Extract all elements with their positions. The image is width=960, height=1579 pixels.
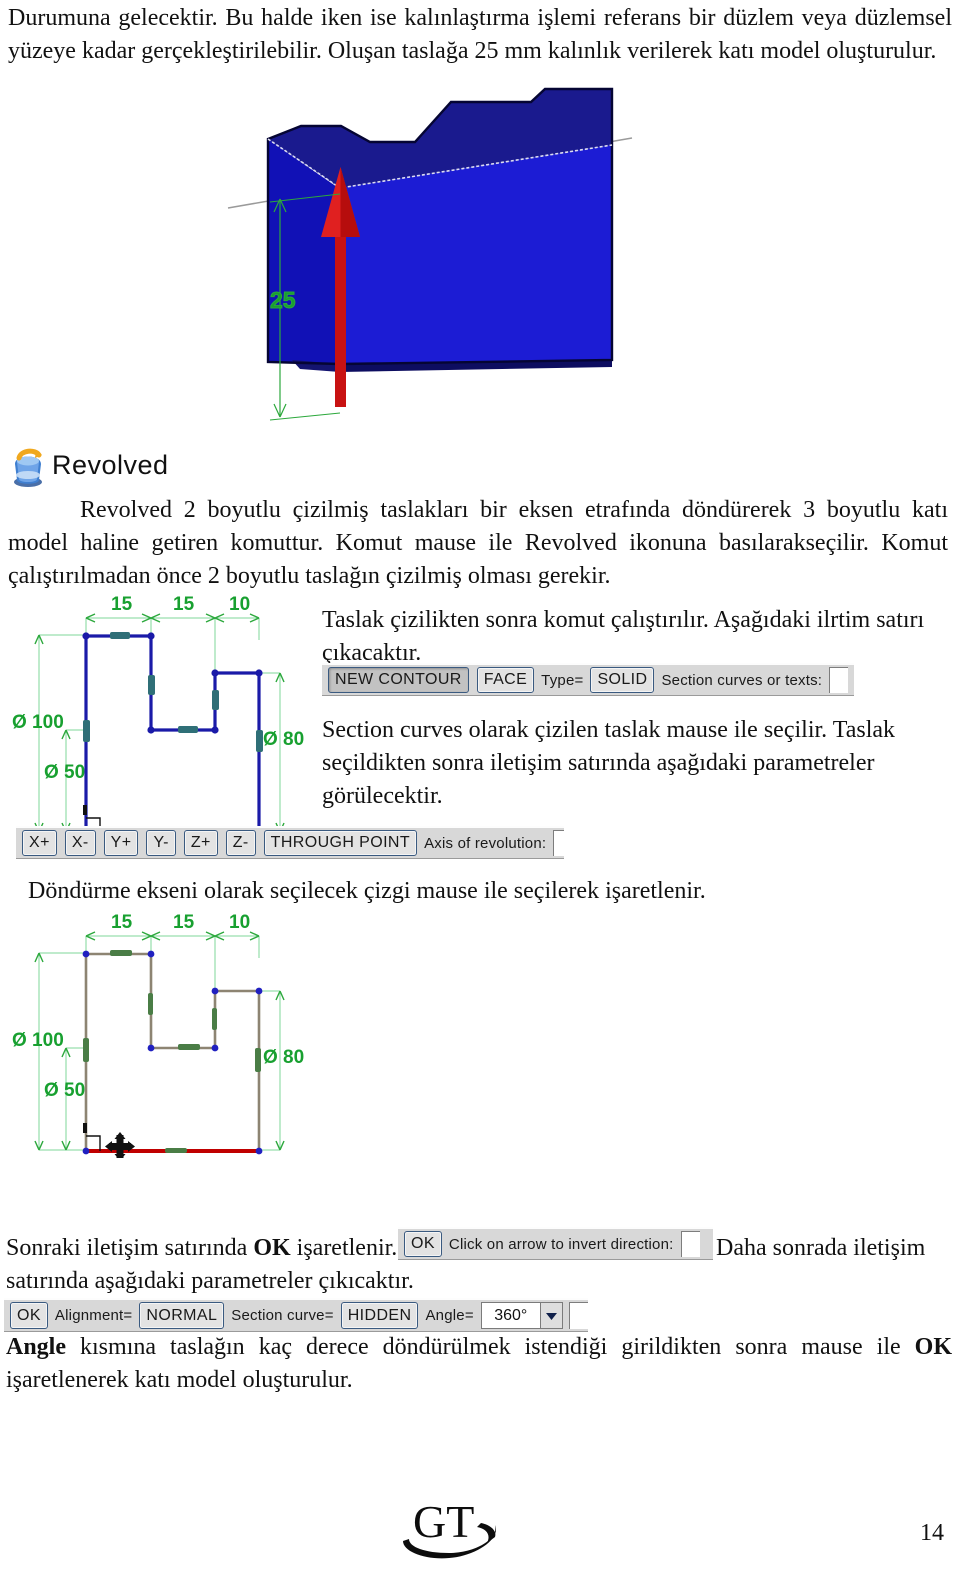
- sketch2-dim-top-3: 10: [229, 912, 250, 933]
- axis-button-y-plus[interactable]: Y+: [103, 830, 139, 856]
- ok-button-params[interactable]: OK: [10, 1302, 48, 1329]
- ok-button-invert[interactable]: OK: [404, 1231, 442, 1257]
- paragraph-intro: Durumuna gelecektir. Bu halde iken ise k…: [8, 5, 952, 64]
- axis-button-z-plus[interactable]: Z+: [183, 830, 218, 856]
- type-label: Type=: [541, 671, 584, 689]
- sketch1-dim-top-3: 10: [229, 594, 250, 615]
- toolbar-invert-direction[interactable]: OK Click on arrow to invert direction:: [398, 1227, 713, 1259]
- paragraph-after-sketch: Taslak çizilikten sonra komut çalıştırıl…: [322, 607, 925, 666]
- type-solid-button[interactable]: SOLID: [590, 667, 655, 693]
- sketch2-dim-top-1: 15: [111, 912, 133, 933]
- invert-direction-input[interactable]: [680, 1231, 700, 1257]
- toolbar-params[interactable]: OK Alignment= NORMAL Section curve= HIDD…: [4, 1298, 588, 1331]
- ok-line-prefix: Sonraki iletişim satırında: [6, 1235, 254, 1261]
- solid-model-svg: 25: [227, 87, 633, 421]
- paragraph-ok-continued: satırında aşağıdaki parametreler çıkıcak…: [6, 1268, 414, 1294]
- sketch1-dim-top-1: 15: [111, 594, 133, 615]
- gt-logo-text: GT: [413, 1496, 474, 1547]
- paragraph-section-curves: Section curves olarak çizilen taslak mau…: [322, 717, 896, 809]
- toolbar-contour[interactable]: NEW CONTOUR FACE Type= SOLID Section cur…: [322, 663, 854, 695]
- sketch1-profile: [84, 634, 261, 835]
- sketch-figure-1: 15 15 10 Ø 100 Ø 50 Ø 80: [10, 590, 310, 840]
- angle-label: Angle=: [425, 1307, 474, 1324]
- revolved-icon-glyph: [14, 448, 42, 487]
- sketch1-dim-right: Ø 80: [263, 729, 304, 750]
- move-cursor-icon: [105, 1132, 135, 1158]
- ok-line-bold: OK: [253, 1235, 291, 1261]
- sketch2-dim-left-outer: Ø 100: [12, 1030, 64, 1051]
- new-contour-button[interactable]: NEW CONTOUR: [328, 667, 469, 693]
- axis-of-revolution-prompt: Axis of revolution:: [424, 834, 547, 852]
- face-button[interactable]: FACE: [476, 667, 535, 693]
- invert-direction-prompt: Click on arrow to invert direction:: [448, 1235, 674, 1253]
- toolbar-axis[interactable]: X+ X- Y+ Y- Z+ Z- THROUGH POINT Axis of …: [16, 826, 564, 858]
- axis-of-revolution-input[interactable]: [553, 830, 564, 856]
- sketch2-dim-left-inner: Ø 50: [44, 1080, 85, 1101]
- angle-body: kısmına taslağın kaç derece döndürülmek …: [66, 1334, 915, 1360]
- document-page: Durumuna gelecektir. Bu halde iken ise k…: [0, 0, 960, 1579]
- section-curve-value-button[interactable]: HIDDEN: [340, 1302, 419, 1329]
- sketch2-dim-top-2: 15: [173, 912, 195, 933]
- gt-logo: GT: [395, 1495, 525, 1565]
- angle-keyword: Angle: [6, 1334, 66, 1360]
- chevron-down-icon[interactable]: [540, 1302, 564, 1329]
- ok-line-suffix: işaretlenir.: [290, 1235, 398, 1261]
- params-extra-input[interactable]: [569, 1302, 588, 1329]
- page-number: 14: [920, 1520, 944, 1546]
- paragraph-ok-left: Sonraki iletişim satırında OK işaretleni…: [6, 1232, 402, 1265]
- axis-button-z-minus[interactable]: Z-: [225, 830, 256, 856]
- revolved-icon-label: Revolved: [52, 450, 169, 480]
- paragraph-revolved-description: Revolved 2 boyutlu çizilmiş taslakları b…: [8, 497, 948, 589]
- gt-logo-svg: GT: [403, 1496, 496, 1559]
- sketch-2-svg: 15 15 10 Ø 100 Ø 50 Ø 80: [12, 912, 304, 1158]
- angle-tail: işaretlenerek katı model oluşturulur.: [6, 1367, 353, 1393]
- sketch-figure-2: 15 15 10 Ø 100 Ø 50 Ø 80: [10, 908, 310, 1158]
- angle-input[interactable]: 360°: [480, 1302, 541, 1329]
- sketch2-profile: [84, 952, 261, 1153]
- section-curves-input[interactable]: [829, 667, 849, 693]
- alignment-value-button[interactable]: NORMAL: [139, 1302, 225, 1329]
- paragraph-ok-right: Daha sonrada iletişim satırında aşağıdak…: [716, 1235, 926, 1261]
- paragraph-axis-selection: Döndürme ekseni olarak seçilecek çizgi m…: [28, 878, 706, 904]
- sketch1-dim-top-2: 15: [173, 594, 195, 615]
- through-point-button[interactable]: THROUGH POINT: [263, 830, 418, 856]
- axis-button-y-minus[interactable]: Y-: [146, 830, 176, 856]
- revolved-icon[interactable]: [8, 446, 48, 488]
- dimension-25-label: 25: [270, 287, 296, 313]
- section-curve-label: Section curve=: [231, 1307, 334, 1324]
- sketch1-dim-left-outer: Ø 100: [12, 712, 64, 733]
- sketch1-dim-left-inner: Ø 50: [44, 762, 85, 783]
- alignment-label: Alignment=: [54, 1307, 133, 1324]
- solid-model-figure: 25: [200, 72, 650, 432]
- section-curves-prompt: Section curves or texts:: [661, 671, 823, 689]
- sketch-1-svg: 15 15 10 Ø 100 Ø 50 Ø 80: [12, 594, 304, 837]
- sketch2-dim-right: Ø 80: [263, 1047, 304, 1068]
- angle-ok-keyword: OK: [914, 1334, 952, 1360]
- axis-button-x-plus[interactable]: X+: [22, 830, 57, 856]
- axis-button-x-minus[interactable]: X-: [64, 830, 96, 856]
- paragraph-angle: Angle kısmına taslağın kaç derece döndür…: [6, 1331, 952, 1397]
